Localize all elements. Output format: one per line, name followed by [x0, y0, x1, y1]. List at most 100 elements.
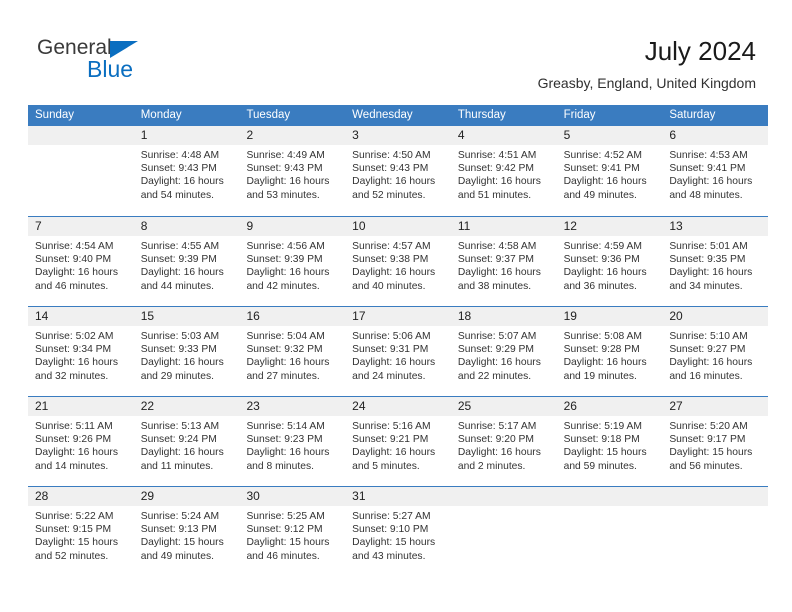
day-number: 31 — [352, 489, 366, 503]
day-number: 26 — [563, 399, 577, 413]
day-details: Sunrise: 5:13 AM Sunset: 9:24 PM Daylight:… — [134, 416, 240, 473]
day-cell-4[interactable]: 4 Sunrise: 4:51 AM Sunset: 9:42 PM Daylight… — [450, 126, 557, 216]
sunset-text: Sunset: 9:41 PM — [563, 163, 640, 175]
day-cell-20[interactable]: 20 Sunrise: 5:10 AM Sunset: 9:27 PM Dayligh… — [662, 307, 769, 396]
calendar-week-row: 21 Sunrise: 5:11 AM Sunset: 9:26 PM Dayligh… — [28, 396, 769, 486]
day-cell-19[interactable]: 19 Sunrise: 5:08 AM Sunset: 9:28 PM Dayligh… — [556, 307, 663, 396]
day-number-band: 28 — [28, 487, 134, 506]
sunset-text: Sunset: 9:33 PM — [140, 344, 217, 356]
day-details: Sunrise: 4:54 AM Sunset: 9:40 PM Daylight:… — [28, 236, 134, 293]
page-header: General Blue July 2024 Greasby, England,… — [0, 0, 792, 100]
day-number-band: 21 — [28, 397, 134, 416]
daylight-text-line1: Daylight: 16 hours — [246, 357, 330, 369]
day-details: Sunrise: 4:58 AM Sunset: 9:37 PM Daylight:… — [451, 236, 557, 293]
day-number-band — [28, 126, 134, 145]
sunset-text: Sunset: 9:38 PM — [352, 254, 429, 266]
sunrise-text: Sunrise: 5:22 AM — [35, 511, 114, 522]
day-cell-2[interactable]: 2 Sunrise: 4:49 AM Sunset: 9:43 PM Daylight… — [239, 126, 346, 216]
day-details: Sunrise: 4:52 AM Sunset: 9:41 PM Daylight:… — [557, 145, 663, 202]
day-number: 27 — [669, 399, 683, 413]
daylight-text-line1: Daylight: 16 hours — [35, 267, 118, 279]
day-cell-16[interactable]: 16 Sunrise: 5:04 AM Sunset: 9:32 PM Dayligh… — [239, 307, 346, 396]
day-cell-15[interactable]: 15 Sunrise: 5:03 AM Sunset: 9:33 PM Dayligh… — [133, 307, 240, 396]
day-cell-24[interactable]: 24 Sunrise: 5:16 AM Sunset: 9:21 PM Dayligh… — [345, 397, 451, 486]
day-cell-26[interactable]: 26 Sunrise: 5:19 AM Sunset: 9:18 PM Dayligh… — [556, 397, 663, 486]
day-cell-13[interactable]: 13 Sunrise: 5:01 AM Sunset: 9:35 PM Dayligh… — [662, 217, 769, 306]
day-cell-17[interactable]: 17 Sunrise: 5:06 AM Sunset: 9:31 PM Dayligh… — [345, 307, 451, 396]
daylight-text-line1: Daylight: 16 hours — [563, 357, 647, 369]
daylight-text-line2: and 27 minutes. — [246, 370, 320, 382]
day-cell-21[interactable]: 21 Sunrise: 5:11 AM Sunset: 9:26 PM Dayligh… — [28, 397, 134, 486]
day-number-band: 1 — [133, 126, 240, 145]
day-cell-8[interactable]: 8 Sunrise: 4:55 AM Sunset: 9:39 PM Daylight… — [133, 217, 240, 306]
day-cell-11[interactable]: 11 Sunrise: 4:58 AM Sunset: 9:37 PM Dayligh… — [450, 217, 557, 306]
day-cell-9[interactable]: 9 Sunrise: 4:56 AM Sunset: 9:39 PM Daylight… — [239, 217, 346, 306]
daylight-text-line1: Daylight: 16 hours — [563, 267, 647, 279]
day-cell-10[interactable]: 10 Sunrise: 4:57 AM Sunset: 9:38 PM Dayligh… — [345, 217, 451, 306]
day-cell-12[interactable]: 12 Sunrise: 4:59 AM Sunset: 9:36 PM Dayligh… — [556, 217, 663, 306]
day-number: 17 — [352, 309, 366, 323]
day-cell-empty — [450, 487, 557, 576]
sunset-text: Sunset: 9:43 PM — [352, 163, 429, 175]
weekday-header-sunday: Sunday — [35, 109, 75, 121]
daylight-text-line2: and 5 minutes. — [352, 460, 420, 472]
daylight-text-line1: Daylight: 15 hours — [669, 447, 753, 459]
sunrise-text: Sunrise: 5:24 AM — [140, 511, 220, 522]
day-cell-14[interactable]: 14 Sunrise: 5:02 AM Sunset: 9:34 PM Dayligh… — [28, 307, 134, 396]
day-details: Sunrise: 5:27 AM Sunset: 9:10 PM Daylight:… — [345, 506, 451, 563]
sunrise-text: Sunrise: 5:03 AM — [140, 331, 220, 342]
day-details — [28, 145, 134, 149]
sunset-text: Sunset: 9:26 PM — [35, 434, 112, 446]
day-details: Sunrise: 5:16 AM Sunset: 9:21 PM Daylight:… — [345, 416, 451, 473]
day-cell-30[interactable]: 30 Sunrise: 5:25 AM Sunset: 9:12 PM Dayligh… — [239, 487, 346, 576]
day-number-band: 14 — [28, 307, 134, 326]
day-number: 11 — [457, 219, 471, 233]
daylight-text-line1: Daylight: 15 hours — [35, 537, 118, 549]
logo-secondary-text: Blue — [87, 56, 134, 82]
day-cell-18[interactable]: 18 Sunrise: 5:07 AM Sunset: 9:29 PM Dayligh… — [450, 307, 557, 396]
daylight-text-line2: and 53 minutes. — [246, 189, 320, 201]
day-number: 16 — [246, 309, 260, 323]
sunrise-text: Sunrise: 5:11 AM — [35, 421, 113, 432]
day-cell-6[interactable]: 6 Sunrise: 4:53 AM Sunset: 9:41 PM Daylight… — [662, 126, 769, 216]
sunrise-text: Sunrise: 4:57 AM — [352, 241, 431, 252]
day-details: Sunrise: 5:04 AM Sunset: 9:32 PM Daylight:… — [239, 326, 345, 383]
general-blue-logo[interactable]: General Blue — [37, 36, 217, 88]
day-cell-25[interactable]: 25 Sunrise: 5:17 AM Sunset: 9:20 PM Dayligh… — [450, 397, 557, 486]
daylight-text-line2: and 44 minutes. — [140, 280, 214, 292]
day-number: 2 — [246, 128, 254, 142]
day-cell-23[interactable]: 23 Sunrise: 5:14 AM Sunset: 9:23 PM Dayligh… — [239, 397, 346, 486]
sunrise-text: Sunrise: 5:02 AM — [35, 331, 114, 342]
day-details: Sunrise: 5:01 AM Sunset: 9:35 PM Daylight:… — [662, 236, 768, 293]
day-cell-29[interactable]: 29 Sunrise: 5:24 AM Sunset: 9:13 PM Dayligh… — [133, 487, 240, 576]
day-number-band: 2 — [239, 126, 346, 145]
daylight-text-line2: and 49 minutes. — [563, 189, 637, 201]
day-cell-31[interactable]: 31 Sunrise: 5:27 AM Sunset: 9:10 PM Dayligh… — [345, 487, 451, 576]
daylight-text-line1: Daylight: 16 hours — [457, 447, 541, 459]
day-cell-28[interactable]: 28 Sunrise: 5:22 AM Sunset: 9:15 PM Dayligh… — [28, 487, 134, 576]
day-cell-7[interactable]: 7 Sunrise: 4:54 AM Sunset: 9:40 PM Daylight… — [28, 217, 134, 306]
day-number: 8 — [140, 219, 148, 233]
sunset-text: Sunset: 9:27 PM — [669, 344, 746, 356]
day-number-band: 15 — [133, 307, 240, 326]
day-number: 1 — [140, 128, 148, 142]
daylight-text-line1: Daylight: 16 hours — [140, 447, 224, 459]
day-number-band: 25 — [450, 397, 557, 416]
day-cell-22[interactable]: 22 Sunrise: 5:13 AM Sunset: 9:24 PM Dayligh… — [133, 397, 240, 486]
day-cell-1[interactable]: 1 Sunrise: 4:48 AM Sunset: 9:43 PM Daylight… — [133, 126, 240, 216]
day-number-band: 6 — [662, 126, 769, 145]
day-details: Sunrise: 5:20 AM Sunset: 9:17 PM Daylight:… — [662, 416, 768, 473]
day-details: Sunrise: 5:10 AM Sunset: 9:27 PM Daylight:… — [662, 326, 768, 383]
day-cell-5[interactable]: 5 Sunrise: 4:52 AM Sunset: 9:41 PM Daylight… — [556, 126, 663, 216]
day-number-band: 24 — [345, 397, 451, 416]
day-cell-3[interactable]: 3 Sunrise: 4:50 AM Sunset: 9:43 PM Daylight… — [345, 126, 451, 216]
weekday-header-saturday: Saturday — [669, 109, 716, 121]
sunrise-text: Sunrise: 5:27 AM — [352, 511, 431, 522]
daylight-text-line1: Daylight: 16 hours — [140, 267, 224, 279]
day-cell-27[interactable]: 27 Sunrise: 5:20 AM Sunset: 9:17 PM Dayligh… — [662, 397, 769, 486]
daylight-text-line2: and 34 minutes. — [669, 280, 743, 292]
day-cell-empty — [556, 487, 663, 576]
sunrise-text: Sunrise: 4:55 AM — [140, 241, 220, 252]
day-details: Sunrise: 4:50 AM Sunset: 9:43 PM Daylight:… — [345, 145, 451, 202]
day-details: Sunrise: 4:56 AM Sunset: 9:39 PM Daylight:… — [239, 236, 345, 293]
